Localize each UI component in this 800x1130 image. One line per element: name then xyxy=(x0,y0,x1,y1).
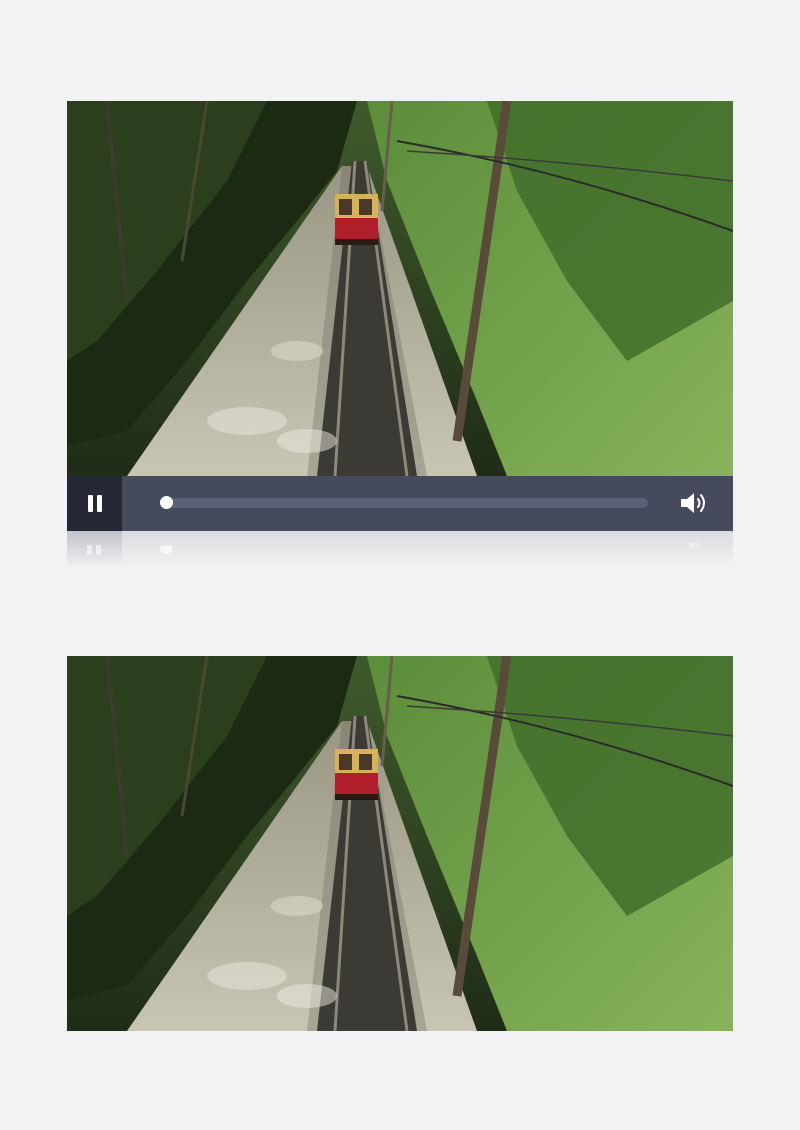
volume-button[interactable] xyxy=(679,490,709,516)
progress-bar[interactable] xyxy=(160,496,648,509)
reflection-volume-icon xyxy=(684,543,699,550)
reflection-pause-icon xyxy=(87,545,101,555)
video-control-bar xyxy=(67,476,733,531)
progress-knob[interactable] xyxy=(160,496,173,509)
pause-icon xyxy=(87,495,102,512)
video-thumbnail-funicular xyxy=(67,656,733,1031)
video-thumbnail-funicular xyxy=(67,101,733,476)
pause-button[interactable] xyxy=(67,476,122,531)
control-bar-reflection xyxy=(67,531,733,567)
video-frame-top[interactable] xyxy=(67,101,733,476)
video-frame-bottom[interactable] xyxy=(67,656,733,1031)
volume-icon xyxy=(681,493,705,513)
reflection-knob xyxy=(160,546,172,554)
